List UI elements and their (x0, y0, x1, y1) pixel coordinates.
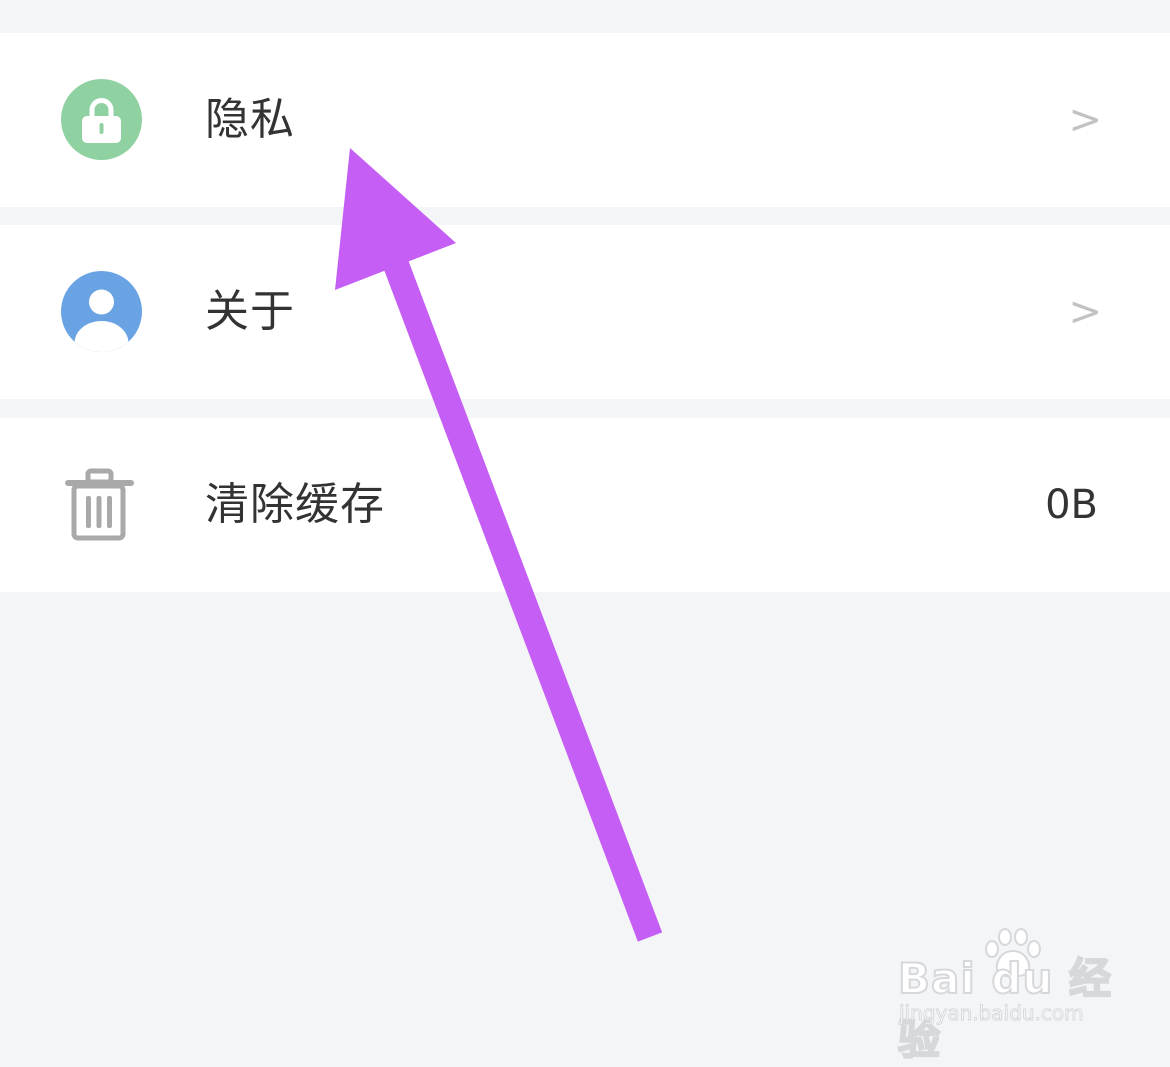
settings-row-about[interactable]: 关于 > (0, 225, 1170, 399)
user-icon (61, 271, 142, 352)
settings-row-label: 隐私 (205, 94, 295, 145)
settings-row-label: 关于 (205, 286, 295, 337)
lock-icon (61, 79, 142, 160)
settings-row-clear-cache[interactable]: 清除缓存 0B (0, 418, 1170, 592)
baidu-jingyan-watermark: Bai du 经验 jingyan.baidu.com (890, 925, 1130, 1065)
watermark-url: jingyan.baidu.com (899, 1001, 1085, 1026)
cache-size-value: 0B (1045, 482, 1098, 528)
chevron-right-icon: > (1068, 97, 1102, 143)
chevron-right-icon: > (1068, 289, 1102, 335)
settings-row-label: 清除缓存 (205, 479, 385, 530)
settings-row-privacy[interactable]: 隐私 > (0, 33, 1170, 207)
trash-icon (63, 468, 138, 543)
